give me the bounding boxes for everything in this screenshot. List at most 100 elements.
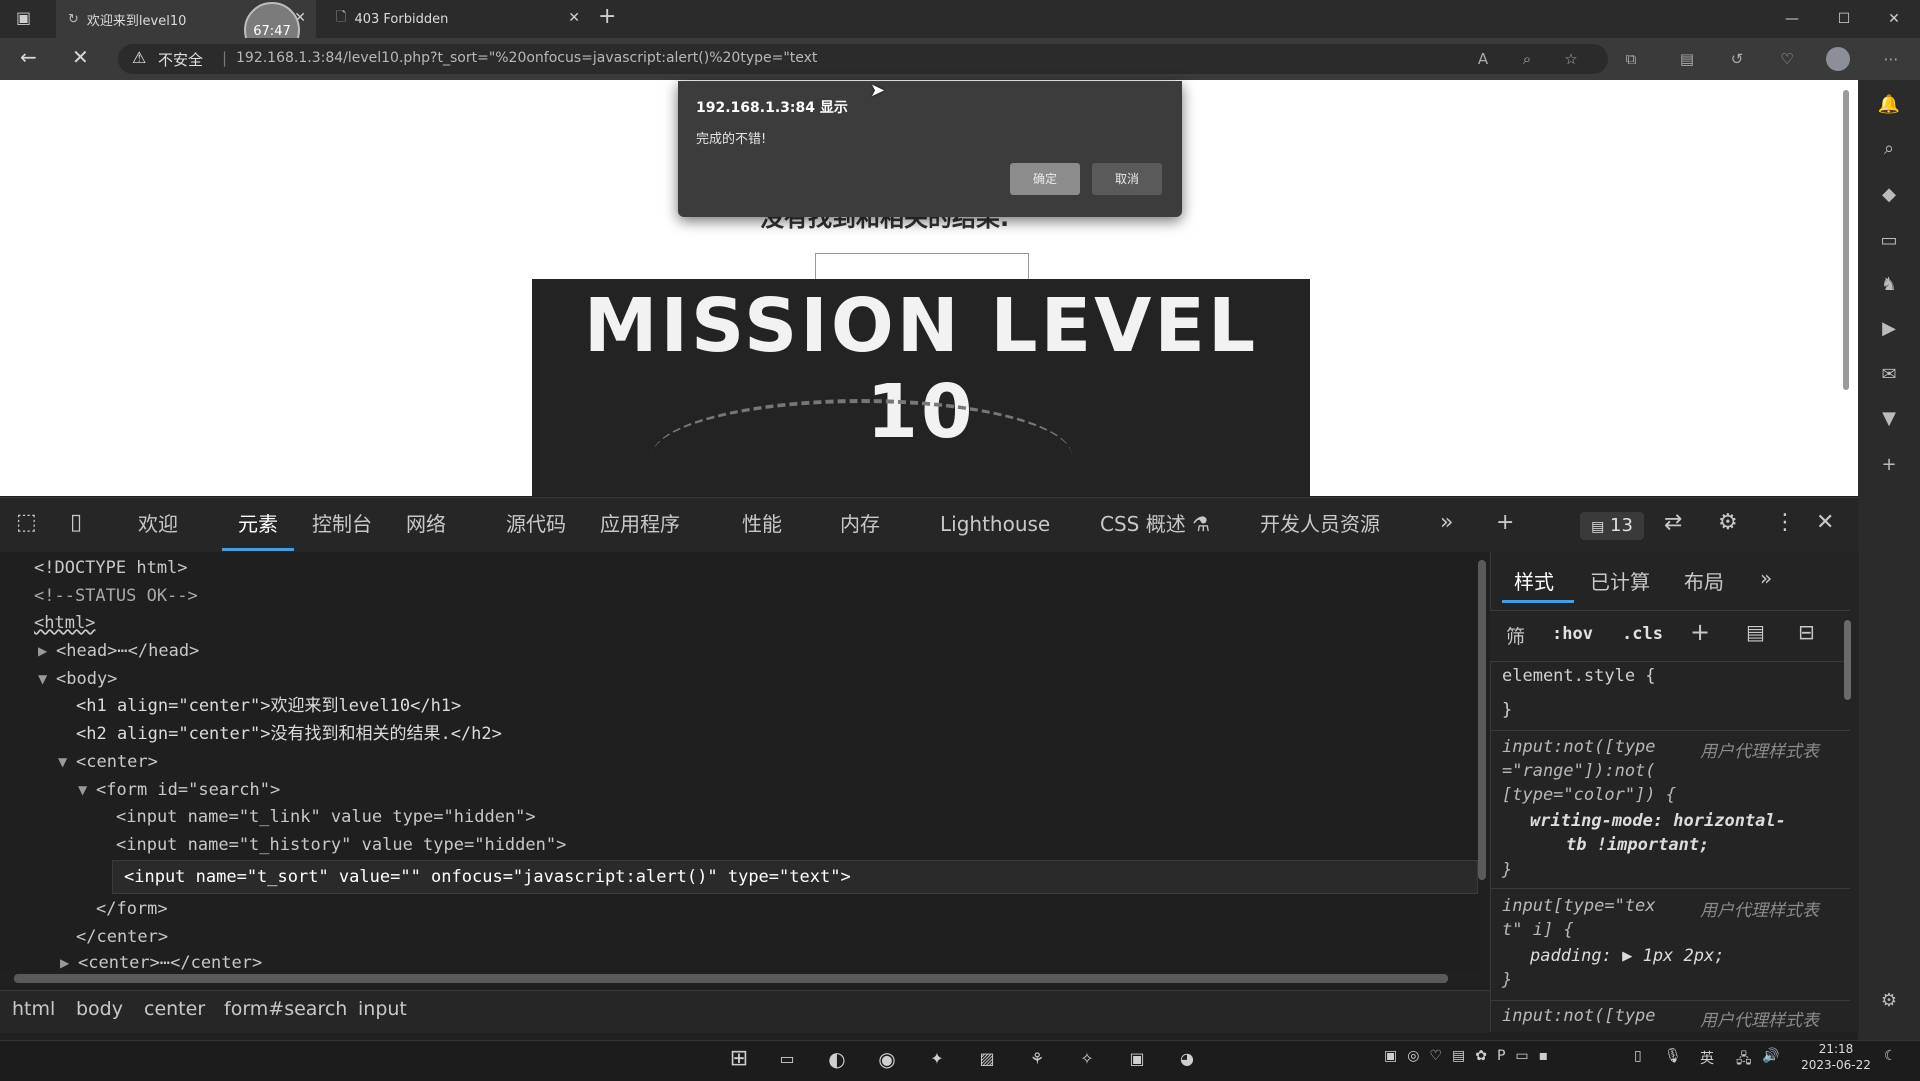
start-menu-icon[interactable]: ⊞ xyxy=(724,1044,754,1074)
dom-node[interactable]: <center>⋯</center> xyxy=(78,952,262,974)
notification-bell-icon[interactable]: 🔔 xyxy=(1858,94,1920,115)
zoom-icon[interactable]: ⌕ xyxy=(1516,50,1538,70)
computed-tab[interactable]: 已计算 xyxy=(1590,566,1650,595)
new-tab-button[interactable]: + xyxy=(598,4,616,29)
app-icon[interactable]: ✧ xyxy=(1072,1044,1102,1074)
tools-icon[interactable]: ▭ xyxy=(1858,230,1920,251)
tab-403[interactable]: 🗋 403 Forbidden ✕ xyxy=(320,0,590,38)
file-explorer-icon[interactable]: ▭ xyxy=(772,1044,802,1074)
dom-node-selected[interactable]: <input name="t_sort" value="" onfocus="j… xyxy=(124,866,851,888)
dom-node[interactable]: <h2 align="center">没有找到和相关的结果.</h2> xyxy=(76,723,502,745)
minimize-button[interactable]: — xyxy=(1764,0,1820,38)
games-icon[interactable]: ♞ xyxy=(1858,274,1920,295)
app-icon[interactable]: ⚘ xyxy=(1022,1044,1052,1074)
dom-node[interactable]: <!--STATUS OK--> xyxy=(34,585,198,607)
settings-gear-icon[interactable]: ⚙ xyxy=(1718,510,1738,535)
dom-node[interactable]: </center> xyxy=(76,926,168,948)
close-window-button[interactable]: ✕ xyxy=(1866,0,1920,38)
add-tab-icon[interactable]: + xyxy=(1496,510,1514,535)
breadcrumb-html[interactable]: html xyxy=(12,998,55,1020)
breadcrumb-input[interactable]: input xyxy=(358,998,407,1020)
cancel-button[interactable]: 取消 xyxy=(1092,163,1162,195)
clock-date[interactable]: 2023-06-22 xyxy=(1796,1058,1876,1072)
inspect-element-icon[interactable]: ⬚ xyxy=(16,510,37,535)
dom-node[interactable]: </form> xyxy=(96,898,168,920)
history-icon[interactable]: ↺ xyxy=(1726,50,1748,70)
styles-scrollbar[interactable] xyxy=(1844,620,1851,700)
layout-tab[interactable]: 布局 xyxy=(1684,566,1724,595)
microphone-icon[interactable]: 🎙 xyxy=(1664,1048,1682,1064)
extensions-icon[interactable]: ⧉ xyxy=(1620,50,1642,70)
network-icon[interactable]: 🖧 xyxy=(1736,1048,1752,1072)
tag-icon[interactable]: ◆ xyxy=(1858,184,1920,205)
filter-input[interactable]: 筛 xyxy=(1506,622,1525,649)
collapse-triangle-icon[interactable]: ▼ xyxy=(58,755,67,769)
connection-icon[interactable]: ⇄ xyxy=(1664,510,1682,535)
more-options-icon[interactable]: ⋮ xyxy=(1774,510,1796,535)
play-icon[interactable]: ▶ xyxy=(1858,318,1920,339)
hover-state-toggle[interactable]: :hov xyxy=(1552,624,1593,644)
dom-node[interactable]: <input name="t_history" value type="hidd… xyxy=(116,834,566,856)
add-icon[interactable]: + xyxy=(1858,454,1920,475)
outlook-icon[interactable]: ✉ xyxy=(1858,364,1920,385)
tab-memory[interactable]: 内存 xyxy=(840,497,880,551)
ok-button[interactable]: 确定 xyxy=(1010,163,1080,195)
maximize-button[interactable]: ☐ xyxy=(1816,0,1872,38)
more-tabs-chevron-icon[interactable]: » xyxy=(1440,510,1453,535)
app-icon[interactable]: ✦ xyxy=(922,1044,952,1074)
chrome-icon[interactable]: ◉ xyxy=(872,1044,902,1074)
tray-icons[interactable]: ▣◎♡▤✿P▭▪ xyxy=(1384,1048,1558,1064)
breadcrumb-form[interactable]: form#search xyxy=(224,998,347,1020)
rule-element-style[interactable]: element.style { xyxy=(1502,666,1656,686)
clock-time[interactable]: 21:18 xyxy=(1806,1042,1866,1056)
dom-node[interactable]: <form id="search"> xyxy=(96,779,280,801)
tab-console[interactable]: 控制台 xyxy=(312,497,372,551)
collapse-triangle-icon[interactable]: ▼ xyxy=(38,672,47,686)
warning-icon[interactable]: ⚠ xyxy=(132,48,146,67)
phone-icon[interactable]: ▯ xyxy=(1634,1048,1642,1064)
tab-lighthouse[interactable]: Lighthouse xyxy=(940,497,1050,551)
app-icon[interactable]: ◕ xyxy=(1172,1044,1202,1074)
toggle-sidebar-icon[interactable]: ⊟ xyxy=(1798,620,1815,644)
dom-node[interactable]: <html> xyxy=(34,612,95,634)
tab-elements[interactable]: 元素 xyxy=(222,497,294,551)
pycharm-icon[interactable]: ▣ xyxy=(1122,1044,1152,1074)
close-tab-icon[interactable]: ✕ xyxy=(568,10,580,26)
read-aloud-icon[interactable]: A xyxy=(1472,50,1494,70)
tab-application[interactable]: 应用程序 xyxy=(600,497,680,551)
expand-triangle-icon[interactable]: ▶ xyxy=(60,956,69,970)
breadcrumb-center[interactable]: center xyxy=(144,998,205,1020)
issues-badge[interactable]: ▤ 13 xyxy=(1580,512,1644,540)
tab-css-overview[interactable]: CSS 概述 ⚗ xyxy=(1100,497,1210,551)
class-toggle[interactable]: .cls xyxy=(1622,624,1663,644)
tab-network[interactable]: 网络 xyxy=(406,497,446,551)
dom-node[interactable]: <center> xyxy=(76,751,158,773)
stop-loading-icon[interactable]: ✕ xyxy=(72,45,89,69)
favorite-star-icon[interactable]: ☆ xyxy=(1560,50,1582,70)
health-icon[interactable]: ♡ xyxy=(1776,50,1798,70)
profile-avatar[interactable] xyxy=(1826,47,1850,71)
ime-indicator[interactable]: 英 xyxy=(1700,1048,1714,1068)
notifications-moon-icon[interactable]: ☾ xyxy=(1884,1048,1897,1064)
search-icon[interactable]: ⌕ xyxy=(1858,138,1920,159)
more-menu-icon[interactable]: ⋯ xyxy=(1880,50,1902,70)
edge-browser-icon[interactable]: ◐ xyxy=(822,1044,852,1074)
volume-icon[interactable]: 🔊 xyxy=(1762,1048,1779,1064)
shopping-icon[interactable]: ▼ xyxy=(1858,408,1920,429)
dom-node[interactable]: <input name="t_link" value type="hidden"… xyxy=(116,806,536,828)
url-text[interactable]: 192.168.1.3:84/level10.php?t_sort="%20on… xyxy=(236,50,817,66)
tab-actions-icon[interactable]: ▣ xyxy=(16,8,36,28)
breadcrumb-body[interactable]: body xyxy=(76,998,123,1020)
security-label[interactable]: 不安全 xyxy=(158,49,203,70)
dom-node[interactable]: <h1 align="center">欢迎来到level10</h1> xyxy=(76,695,461,717)
tab-welcome[interactable]: 欢迎 xyxy=(138,497,178,551)
dom-node[interactable]: <!DOCTYPE html> xyxy=(34,557,188,579)
collapse-triangle-icon[interactable]: ▼ xyxy=(78,783,87,797)
new-rule-icon[interactable]: + xyxy=(1690,618,1710,646)
tab-developer-resources[interactable]: 开发人员资源 xyxy=(1260,497,1380,551)
tab-performance[interactable]: 性能 xyxy=(742,497,782,551)
sidebar-settings-icon[interactable]: ⚙ xyxy=(1858,990,1920,1011)
more-style-tabs-chevron-icon[interactable]: » xyxy=(1760,566,1772,590)
paint-icon[interactable]: ▤ xyxy=(1746,620,1765,644)
dom-node[interactable]: <body> xyxy=(56,668,117,690)
